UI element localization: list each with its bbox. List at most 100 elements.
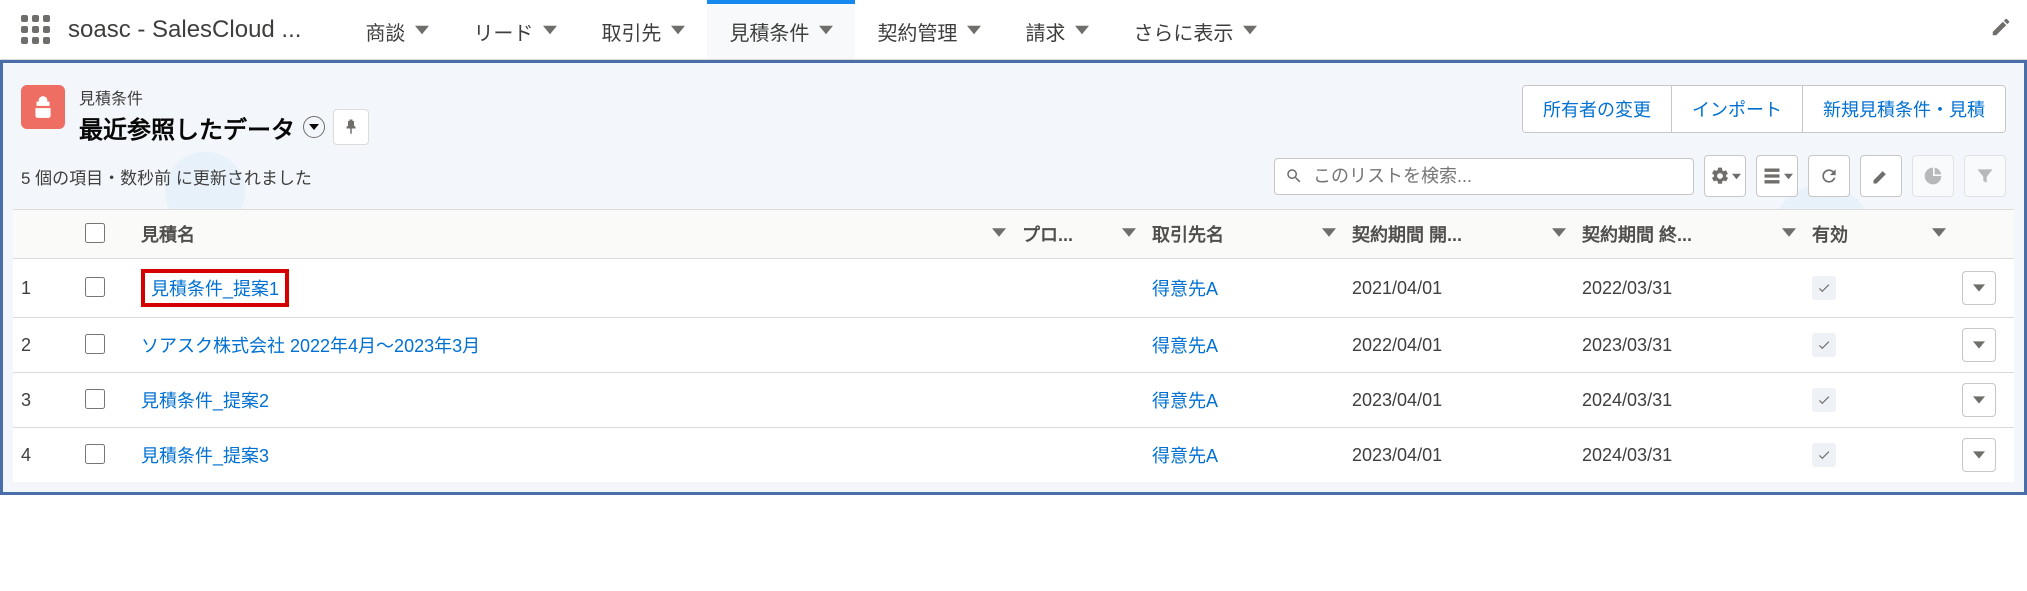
import-button[interactable]: インポート	[1672, 86, 1803, 132]
cell-actions	[1954, 373, 2014, 428]
row-select-cell	[73, 428, 133, 483]
nav-tab[interactable]: 見積条件	[707, 0, 855, 59]
search-icon	[1285, 167, 1303, 185]
record-link[interactable]: 見積条件_提案2	[141, 391, 269, 411]
refresh-button[interactable]	[1808, 155, 1850, 197]
chevron-down-icon[interactable]	[819, 20, 833, 43]
row-select-checkbox[interactable]	[85, 444, 105, 464]
chevron-down-icon	[992, 224, 1006, 245]
select-all-checkbox[interactable]	[85, 223, 105, 243]
change-owner-button[interactable]: 所有者の変更	[1523, 86, 1672, 132]
nav-tab-label: 取引先	[601, 17, 661, 46]
list-view-switcher[interactable]	[303, 116, 325, 138]
list-search-box[interactable]	[1274, 158, 1694, 195]
column-name[interactable]: 見積名	[133, 210, 1014, 259]
nav-tab[interactable]: 商談	[343, 0, 451, 59]
display-as-button[interactable]	[1756, 155, 1798, 197]
column-account-label: 取引先名	[1152, 225, 1224, 245]
cell-actions	[1954, 259, 2014, 318]
nav-tab-label: 請求	[1025, 17, 1065, 46]
column-project-label: プロ...	[1022, 225, 1073, 245]
row-select-checkbox[interactable]	[85, 389, 105, 409]
search-input[interactable]	[1311, 165, 1683, 188]
cell-project	[1014, 259, 1144, 318]
row-select-cell	[73, 259, 133, 318]
row-action-menu[interactable]	[1962, 438, 1996, 472]
column-valid[interactable]: 有効	[1804, 210, 1954, 259]
chevron-down-icon[interactable]	[671, 20, 685, 43]
list-meta-text: 5 個の項目・数秒前 に更新されました	[21, 164, 312, 189]
row-number: 2	[13, 318, 73, 373]
nav-tab-label: 見積条件	[729, 17, 809, 46]
cell-project	[1014, 428, 1144, 483]
column-name-label: 見積名	[141, 225, 195, 245]
chevron-down-icon[interactable]	[543, 20, 557, 43]
chevron-down-icon[interactable]	[1243, 20, 1257, 43]
list-settings-button[interactable]	[1704, 155, 1746, 197]
record-link[interactable]: ソアスク株式会社 2022年4月～2023年3月	[141, 336, 480, 356]
chevron-down-icon	[1552, 224, 1566, 245]
valid-check-icon	[1812, 276, 1836, 300]
chevron-down-icon	[1122, 224, 1136, 245]
cell-name: 見積条件_提案3	[133, 428, 1014, 483]
account-link[interactable]: 得意先A	[1152, 279, 1218, 299]
row-action-menu[interactable]	[1962, 383, 1996, 417]
record-link[interactable]: 見積条件_提案3	[141, 446, 269, 466]
cell-actions	[1954, 428, 2014, 483]
chevron-down-icon	[1782, 224, 1796, 245]
new-record-button[interactable]: 新規見積条件・見積	[1803, 86, 2005, 132]
chevron-down-icon	[1932, 224, 1946, 245]
table-row: 1見積条件_提案1得意先A2021/04/012022/03/31	[13, 259, 2014, 318]
row-select-checkbox[interactable]	[85, 334, 105, 354]
cell-project	[1014, 373, 1144, 428]
object-icon	[21, 85, 65, 129]
subheader: 5 個の項目・数秒前 に更新されました	[13, 149, 2014, 209]
table-row: 3見積条件_提案2得意先A2023/04/012024/03/31	[13, 373, 2014, 428]
cell-start: 2023/04/01	[1344, 428, 1574, 483]
nav-tab[interactable]: リード	[451, 0, 579, 59]
object-label: 見積条件	[79, 85, 369, 109]
chevron-down-icon[interactable]	[415, 20, 429, 43]
inline-edit-button[interactable]	[1860, 155, 1902, 197]
account-link[interactable]: 得意先A	[1152, 391, 1218, 411]
valid-check-icon	[1812, 388, 1836, 412]
nav-tab[interactable]: 請求	[1003, 0, 1111, 59]
header-actions: 所有者の変更 インポート 新規見積条件・見積	[1522, 85, 2006, 133]
cell-account: 得意先A	[1144, 318, 1344, 373]
cell-end: 2024/03/31	[1574, 373, 1804, 428]
cell-valid	[1804, 318, 1954, 373]
column-valid-label: 有効	[1812, 225, 1848, 245]
column-actions	[1954, 210, 2014, 259]
valid-check-icon	[1812, 443, 1836, 467]
account-link[interactable]: 得意先A	[1152, 446, 1218, 466]
column-contract-end[interactable]: 契約期間 終...	[1574, 210, 1804, 259]
nav-tab[interactable]: さらに表示	[1111, 0, 1279, 59]
cell-actions	[1954, 318, 2014, 373]
cell-account: 得意先A	[1144, 428, 1344, 483]
column-contract-start[interactable]: 契約期間 開...	[1344, 210, 1574, 259]
column-start-label: 契約期間 開...	[1352, 225, 1462, 245]
row-select-cell	[73, 373, 133, 428]
cell-project	[1014, 318, 1144, 373]
record-link[interactable]: 見積条件_提案1	[151, 279, 279, 299]
pin-list-button[interactable]	[333, 109, 369, 145]
list-view-title[interactable]: 最近参照したデータ	[79, 110, 295, 145]
column-project[interactable]: プロ...	[1014, 210, 1144, 259]
account-link[interactable]: 得意先A	[1152, 336, 1218, 356]
row-action-menu[interactable]	[1962, 271, 1996, 305]
page-header: 見積条件 最近参照したデータ 所有者の変更 インポート 新規見積条件・見積	[13, 73, 2014, 149]
column-select-all[interactable]	[73, 210, 133, 259]
column-account[interactable]: 取引先名	[1144, 210, 1344, 259]
nav-tab[interactable]: 契約管理	[855, 0, 1003, 59]
nav-tab-label: 商談	[365, 17, 405, 46]
edit-nav-icon[interactable]	[1990, 16, 2012, 43]
chevron-down-icon[interactable]	[1075, 20, 1089, 43]
row-number: 3	[13, 373, 73, 428]
app-launcher-icon[interactable]	[15, 9, 56, 50]
nav-tab[interactable]: 取引先	[579, 0, 707, 59]
cell-start: 2021/04/01	[1344, 259, 1574, 318]
row-action-menu[interactable]	[1962, 328, 1996, 362]
row-select-cell	[73, 318, 133, 373]
row-select-checkbox[interactable]	[85, 277, 105, 297]
chevron-down-icon[interactable]	[967, 20, 981, 43]
